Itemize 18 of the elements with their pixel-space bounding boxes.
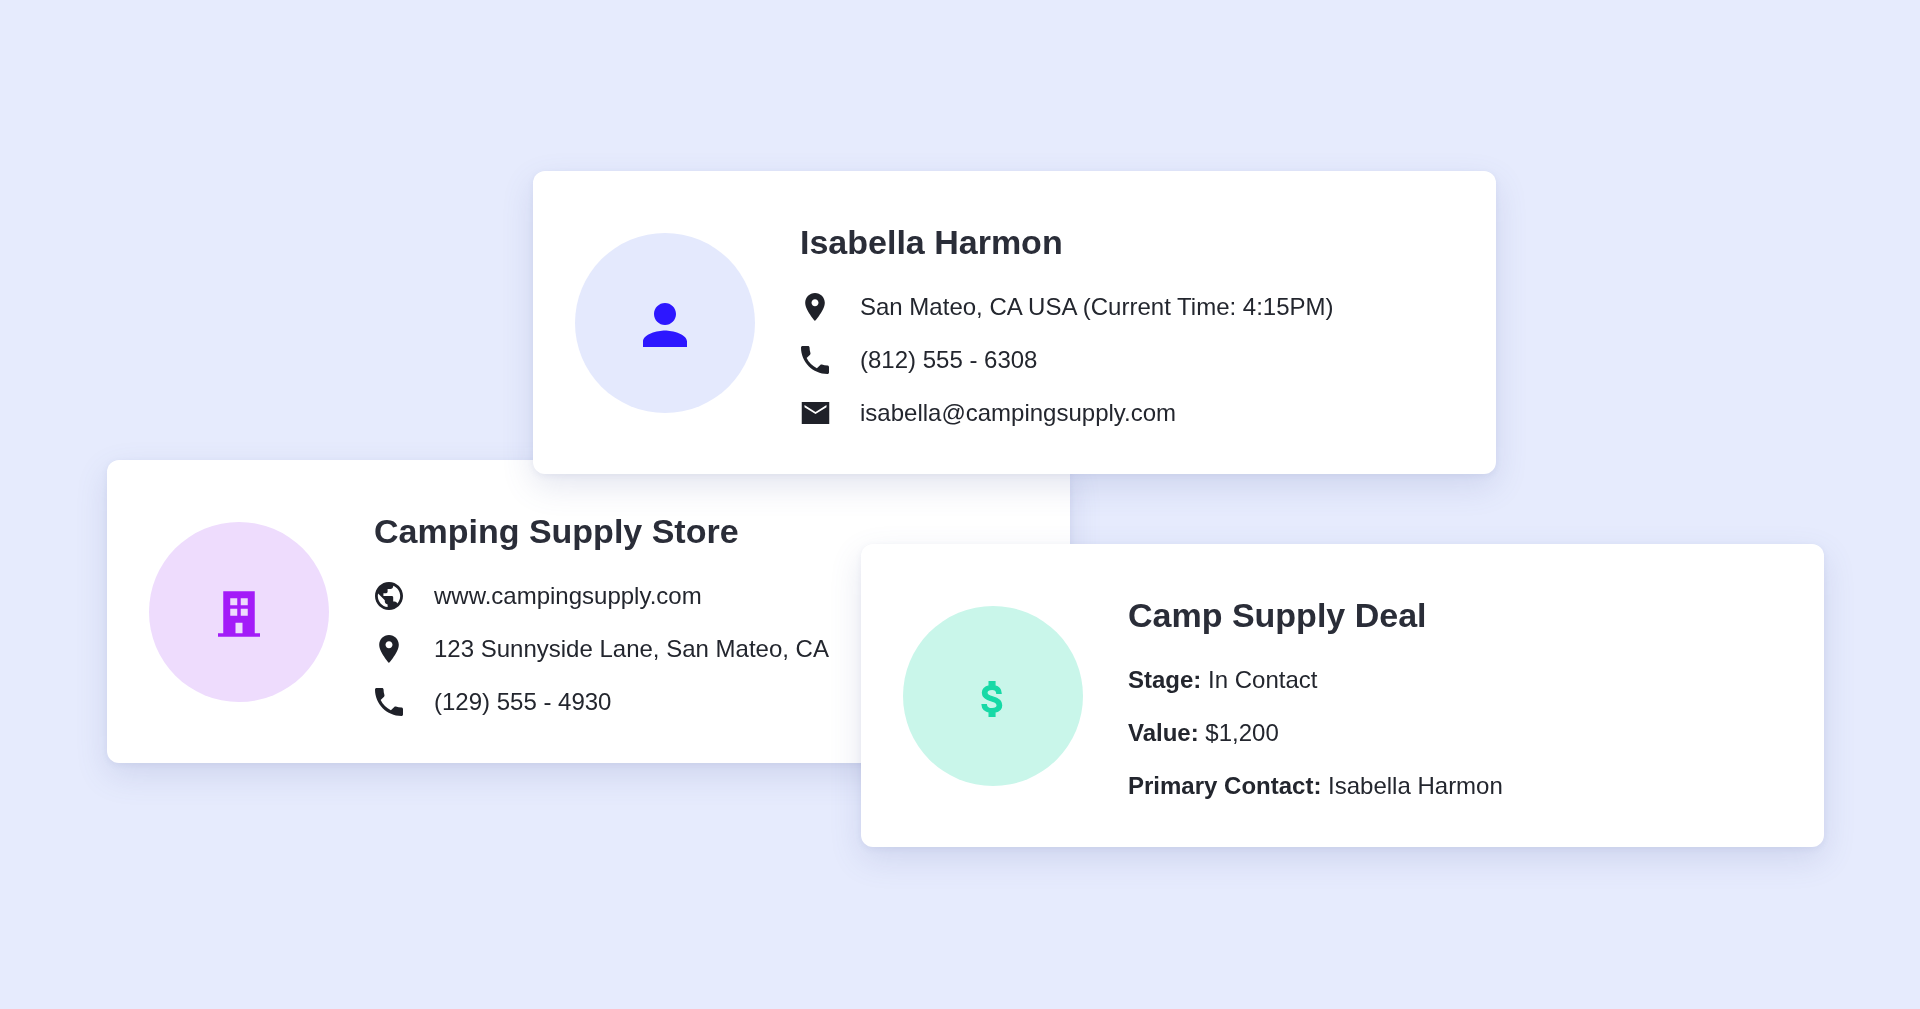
phone-icon — [375, 687, 403, 716]
address-text: San Mateo, CA USA (Current Time: 4:15PM) — [860, 291, 1334, 322]
phone-number: (129) 555 - 4930 — [434, 686, 612, 717]
website-url: www.campingsupply.com — [434, 580, 702, 611]
location-pin-icon — [805, 292, 825, 321]
email-address: isabella@campingsupply.com — [860, 397, 1177, 428]
deal-field: Primary Contact: Isabella Harmon — [1128, 770, 1503, 801]
phone-number: (812) 555 - 6308 — [860, 344, 1038, 375]
phone-icon — [801, 345, 829, 374]
deal-field: Stage: In Contact — [1128, 664, 1318, 695]
location-pin-icon — [379, 634, 399, 663]
company-name: Camping Supply Store — [374, 511, 740, 551]
deal-title: Camp Supply Deal — [1128, 595, 1428, 635]
deal-field: Value: $1,200 — [1128, 717, 1279, 748]
address-text: 123 Sunnyside Lane, San Mateo, CA — [434, 633, 829, 664]
globe-icon — [375, 581, 403, 610]
contact-name: Isabella Harmon — [800, 222, 1064, 262]
envelope-icon — [800, 401, 830, 424]
